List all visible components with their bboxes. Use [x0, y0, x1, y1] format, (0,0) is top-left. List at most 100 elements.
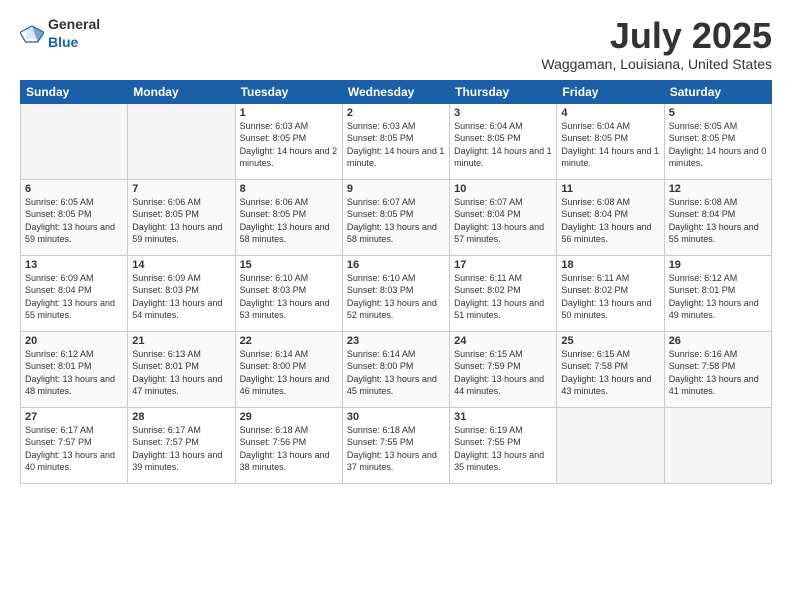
calendar-cell: 29Sunrise: 6:18 AMSunset: 7:56 PMDayligh…	[235, 407, 342, 483]
day-info: Sunrise: 6:07 AMSunset: 8:05 PMDaylight:…	[347, 196, 445, 246]
month-year: July 2025	[541, 16, 772, 56]
calendar-cell: 1Sunrise: 6:03 AMSunset: 8:05 PMDaylight…	[235, 103, 342, 179]
logo-general: General	[48, 16, 100, 32]
title-block: July 2025 Waggaman, Louisiana, United St…	[541, 16, 772, 72]
calendar-cell: 8Sunrise: 6:06 AMSunset: 8:05 PMDaylight…	[235, 179, 342, 255]
header-wednesday: Wednesday	[342, 80, 449, 103]
calendar-cell: 14Sunrise: 6:09 AMSunset: 8:03 PMDayligh…	[128, 255, 235, 331]
day-number: 19	[669, 259, 767, 271]
day-info: Sunrise: 6:15 AMSunset: 7:58 PMDaylight:…	[561, 348, 659, 398]
calendar-week-5: 27 Sunrise: 6:17 AMSunset: 7:57 PMDayligh…	[21, 407, 772, 483]
day-info: Sunrise: 6:09 AMSunset: 8:03 PMDaylight:…	[132, 272, 230, 322]
calendar-cell: 12Sunrise: 6:08 AMSunset: 8:04 PMDayligh…	[664, 179, 771, 255]
calendar-cell: 17Sunrise: 6:11 AMSunset: 8:02 PMDayligh…	[450, 255, 557, 331]
calendar-body: 1Sunrise: 6:03 AMSunset: 8:05 PMDaylight…	[21, 103, 772, 483]
day-info: Sunrise: 6:10 AMSunset: 8:03 PMDaylight:…	[240, 272, 338, 322]
calendar-cell	[557, 407, 664, 483]
header-sunday: Sunday	[21, 80, 128, 103]
calendar-cell: 31Sunrise: 6:19 AMSunset: 7:55 PMDayligh…	[450, 407, 557, 483]
logo-icon	[20, 24, 44, 44]
day-info: Sunrise: 6:14 AMSunset: 8:00 PMDaylight:…	[240, 348, 338, 398]
day-info: Sunrise: 6:12 AMSunset: 8:01 PMDaylight:…	[25, 348, 123, 398]
header-saturday: Saturday	[664, 80, 771, 103]
calendar-cell: 5Sunrise: 6:05 AMSunset: 8:05 PMDaylight…	[664, 103, 771, 179]
day-info: Sunrise: 6:18 AMSunset: 7:55 PMDaylight:…	[347, 424, 445, 474]
location: Waggaman, Louisiana, United States	[541, 56, 772, 72]
day-number: 17	[454, 259, 552, 271]
day-info: Sunrise: 6:08 AMSunset: 8:04 PMDaylight:…	[669, 196, 767, 246]
day-number: 8	[240, 183, 338, 195]
calendar-cell: 10Sunrise: 6:07 AMSunset: 8:04 PMDayligh…	[450, 179, 557, 255]
calendar-cell: 3Sunrise: 6:04 AMSunset: 8:05 PMDaylight…	[450, 103, 557, 179]
calendar-cell: 30Sunrise: 6:18 AMSunset: 7:55 PMDayligh…	[342, 407, 449, 483]
calendar-cell: 21Sunrise: 6:13 AMSunset: 8:01 PMDayligh…	[128, 331, 235, 407]
calendar-cell: 25Sunrise: 6:15 AMSunset: 7:58 PMDayligh…	[557, 331, 664, 407]
day-info: Sunrise: 6:08 AMSunset: 8:04 PMDaylight:…	[561, 196, 659, 246]
day-number: 15	[240, 259, 338, 271]
day-number: 18	[561, 259, 659, 271]
day-info: Sunrise: 6:03 AMSunset: 8:05 PMDaylight:…	[347, 120, 445, 170]
calendar-cell	[128, 103, 235, 179]
logo: General Blue	[20, 16, 100, 52]
day-info: Sunrise: 6:06 AMSunset: 8:05 PMDaylight:…	[240, 196, 338, 246]
logo-text: General Blue	[48, 16, 100, 52]
logo-blue: Blue	[48, 34, 78, 50]
day-info: Sunrise: 6:04 AMSunset: 8:05 PMDaylight:…	[454, 120, 552, 170]
day-info: Sunrise: 6:11 AMSunset: 8:02 PMDaylight:…	[454, 272, 552, 322]
day-info: Sunrise: 6:18 AMSunset: 7:56 PMDaylight:…	[240, 424, 338, 474]
calendar-cell: 20Sunrise: 6:12 AMSunset: 8:01 PMDayligh…	[21, 331, 128, 407]
day-number: 14	[132, 259, 230, 271]
day-number: 25	[561, 335, 659, 347]
calendar-cell: 11Sunrise: 6:08 AMSunset: 8:04 PMDayligh…	[557, 179, 664, 255]
calendar-cell: 4Sunrise: 6:04 AMSunset: 8:05 PMDaylight…	[557, 103, 664, 179]
day-info: Sunrise: 6:05 AMSunset: 8:05 PMDaylight:…	[669, 120, 767, 170]
day-number: 7	[132, 183, 230, 195]
header-tuesday: Tuesday	[235, 80, 342, 103]
calendar-header-row: Sunday Monday Tuesday Wednesday Thursday…	[21, 80, 772, 103]
day-number: 1	[240, 107, 338, 119]
calendar-week-2: 6Sunrise: 6:05 AMSunset: 8:05 PMDaylight…	[21, 179, 772, 255]
day-info: Sunrise: 6:15 AMSunset: 7:59 PMDaylight:…	[454, 348, 552, 398]
day-number: 30	[347, 411, 445, 423]
day-number: 29	[240, 411, 338, 423]
day-number: 3	[454, 107, 552, 119]
day-info: Sunrise: 6:06 AMSunset: 8:05 PMDaylight:…	[132, 196, 230, 246]
day-number: 6	[25, 183, 123, 195]
calendar-cell: 26Sunrise: 6:16 AMSunset: 7:58 PMDayligh…	[664, 331, 771, 407]
calendar-cell: 27Sunrise: 6:17 AMSunset: 7:57 PMDayligh…	[21, 407, 128, 483]
day-info: Sunrise: 6:10 AMSunset: 8:03 PMDaylight:…	[347, 272, 445, 322]
day-number: 4	[561, 107, 659, 119]
day-info: Sunrise: 6:03 AMSunset: 8:05 PMDaylight:…	[240, 120, 338, 170]
calendar-table: Sunday Monday Tuesday Wednesday Thursday…	[20, 80, 772, 484]
day-info: Sunrise: 6:16 AMSunset: 7:58 PMDaylight:…	[669, 348, 767, 398]
calendar-cell: 19Sunrise: 6:12 AMSunset: 8:01 PMDayligh…	[664, 255, 771, 331]
calendar-week-4: 20Sunrise: 6:12 AMSunset: 8:01 PMDayligh…	[21, 331, 772, 407]
calendar-cell: 15Sunrise: 6:10 AMSunset: 8:03 PMDayligh…	[235, 255, 342, 331]
calendar-cell: 22Sunrise: 6:14 AMSunset: 8:00 PMDayligh…	[235, 331, 342, 407]
day-number: 12	[669, 183, 767, 195]
day-number: 27	[25, 411, 123, 423]
day-number: 5	[669, 107, 767, 119]
day-number: 26	[669, 335, 767, 347]
day-number: 23	[347, 335, 445, 347]
day-number: 28	[132, 411, 230, 423]
header-thursday: Thursday	[450, 80, 557, 103]
day-info: Sunrise: 6:05 AMSunset: 8:05 PMDaylight:…	[25, 196, 123, 246]
day-info: Sunrise: 6:12 AMSunset: 8:01 PMDaylight:…	[669, 272, 767, 322]
day-number: 24	[454, 335, 552, 347]
day-info: Sunrise: 6:19 AMSunset: 7:55 PMDaylight:…	[454, 424, 552, 474]
calendar-cell: 28Sunrise: 6:17 AMSunset: 7:57 PMDayligh…	[128, 407, 235, 483]
calendar-cell: 24Sunrise: 6:15 AMSunset: 7:59 PMDayligh…	[450, 331, 557, 407]
day-info: Sunrise: 6:04 AMSunset: 8:05 PMDaylight:…	[561, 120, 659, 170]
day-number: 10	[454, 183, 552, 195]
day-info: Sunrise: 6:11 AMSunset: 8:02 PMDaylight:…	[561, 272, 659, 322]
header-friday: Friday	[557, 80, 664, 103]
calendar-cell: 13Sunrise: 6:09 AMSunset: 8:04 PMDayligh…	[21, 255, 128, 331]
day-info: Sunrise: 6:17 AMSunset: 7:57 PMDaylight:…	[132, 424, 230, 474]
day-number: 21	[132, 335, 230, 347]
day-number: 11	[561, 183, 659, 195]
calendar-cell: 2Sunrise: 6:03 AMSunset: 8:05 PMDaylight…	[342, 103, 449, 179]
day-info: Sunrise: 6:14 AMSunset: 8:00 PMDaylight:…	[347, 348, 445, 398]
calendar-cell	[21, 103, 128, 179]
day-number: 9	[347, 183, 445, 195]
